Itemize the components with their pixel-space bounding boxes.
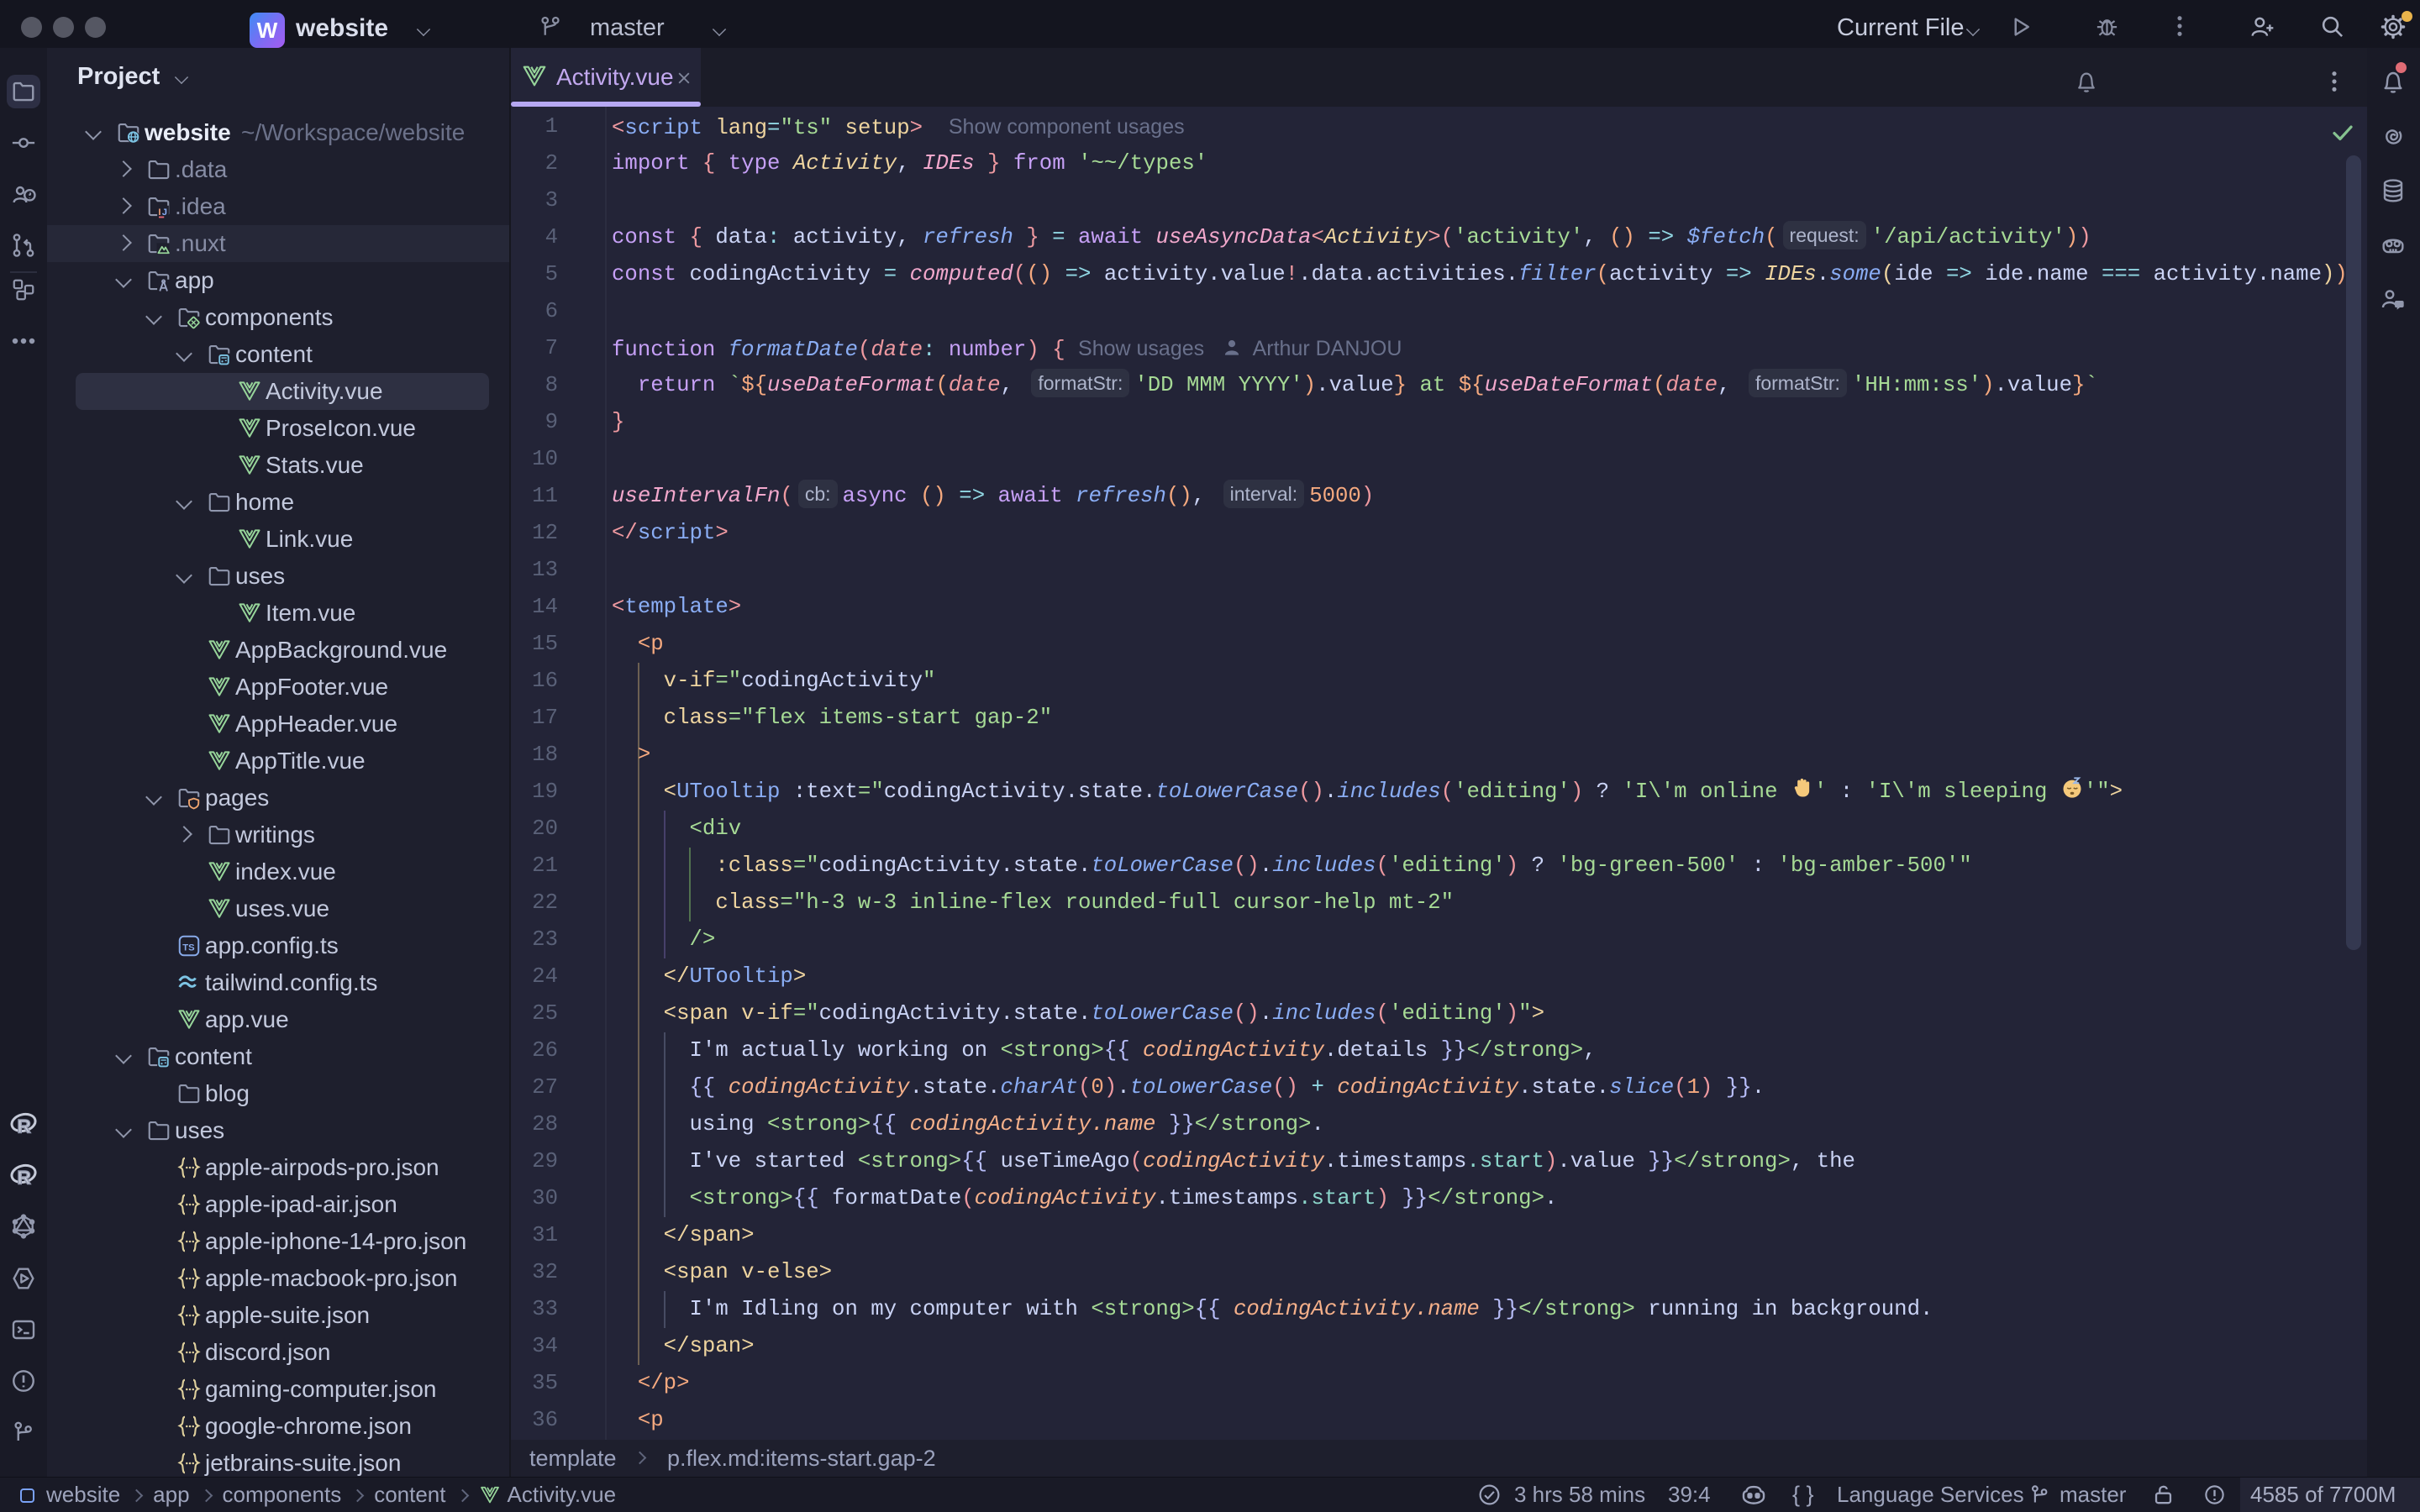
svg-text:TS: TS <box>182 943 195 953</box>
svg-text:I: I <box>158 207 160 218</box>
svg-text:R: R <box>18 1116 31 1137</box>
svg-text:J: J <box>162 207 167 218</box>
svg-text:R: R <box>18 1168 31 1189</box>
